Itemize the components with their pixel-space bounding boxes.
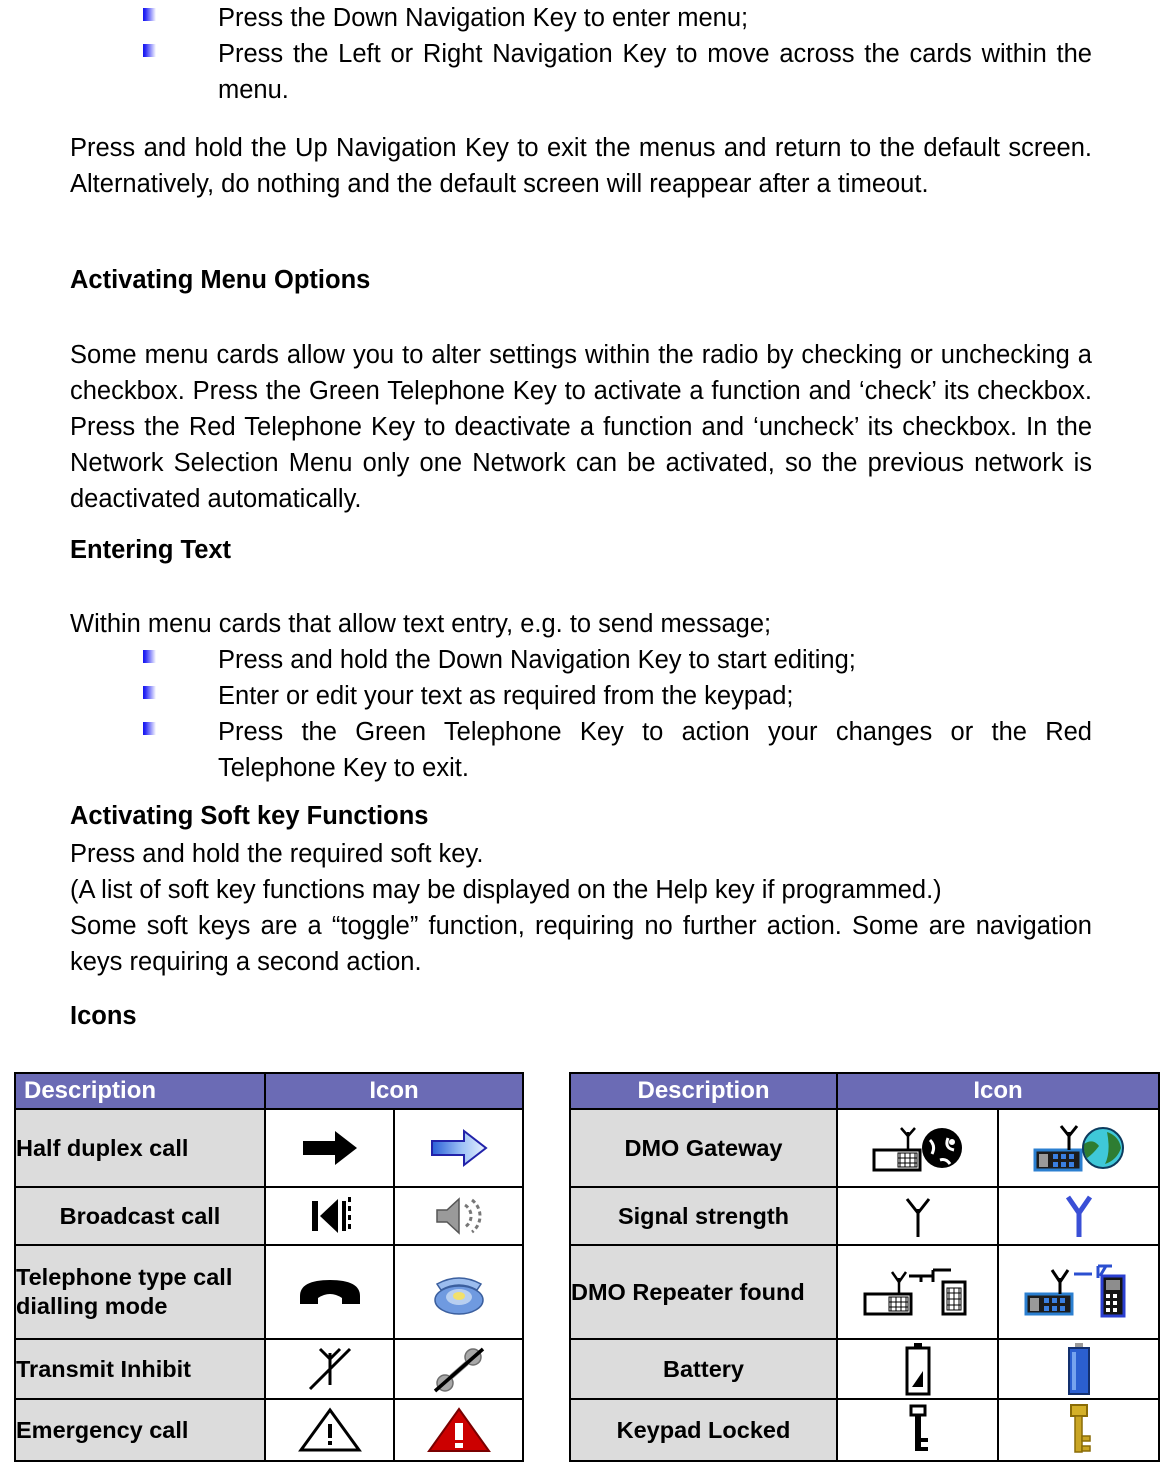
arrow-right-color-icon <box>393 1108 524 1188</box>
table-row: Telephone type call dialling mode <box>14 1244 524 1340</box>
row-description: Broadcast call <box>14 1186 266 1246</box>
paragraph-exit-menu: Press and hold the Up Navigation Key to … <box>70 134 1092 198</box>
column-header-icon: Icon <box>836 1072 1160 1110</box>
table-header-row: Description Icon <box>14 1072 524 1110</box>
icon-table-right: Description Icon DMO Gateway Signal stre… <box>569 1072 1160 1462</box>
arrow-right-mono-icon <box>264 1108 395 1188</box>
bullet-square-icon <box>143 44 156 57</box>
heading-activating-menu-options: Activating Menu Options <box>70 266 371 294</box>
soft-key-line-2: (A list of soft key functions may be dis… <box>70 876 942 904</box>
column-header-icon: Icon <box>264 1072 524 1110</box>
bullet-text: Press the Green Telephone Key to action … <box>218 718 1092 782</box>
row-description: DMO Gateway <box>569 1108 838 1188</box>
bullet-square-icon <box>143 686 156 699</box>
row-description: Battery <box>569 1338 838 1400</box>
warning-triangle-color-icon <box>393 1398 524 1462</box>
dmo-repeater-mono-icon <box>836 1244 999 1340</box>
dmo-gateway-color-icon <box>997 1108 1160 1188</box>
antenna-color-icon <box>997 1186 1160 1246</box>
row-description: DMO Repeater found <box>569 1244 838 1340</box>
table-row: Battery <box>569 1338 1160 1400</box>
row-description: Emergency call <box>14 1398 266 1462</box>
transmit-inhibit-color-icon <box>393 1338 524 1400</box>
paragraph-entering-text-intro: Within menu cards that allow text entry,… <box>70 610 772 638</box>
battery-color-icon <box>997 1338 1160 1400</box>
table-row: Emergency call <box>14 1398 524 1462</box>
heading-icons: Icons <box>70 1002 137 1030</box>
bullet-text: Enter or edit your text as required from… <box>218 682 794 710</box>
bullet-text: Press the Down Navigation Key to enter m… <box>218 4 749 32</box>
battery-mono-icon <box>836 1338 999 1400</box>
loudspeaker-color-icon <box>393 1186 524 1246</box>
loudspeaker-mono-icon <box>264 1186 395 1246</box>
document-page: Press the Down Navigation Key to enter m… <box>0 0 1161 1474</box>
telephone-color-icon <box>393 1244 524 1340</box>
key-mono-icon <box>836 1398 999 1462</box>
row-description: Keypad Locked <box>569 1398 838 1462</box>
key-color-icon <box>997 1398 1160 1462</box>
column-header-description: Description <box>14 1072 266 1110</box>
heading-entering-text: Entering Text <box>70 536 232 564</box>
dmo-repeater-color-icon <box>997 1244 1160 1340</box>
table-row: Signal strength <box>569 1186 1160 1246</box>
table-row: Broadcast call <box>14 1186 524 1246</box>
warning-triangle-mono-icon <box>264 1398 395 1462</box>
column-header-description: Description <box>569 1072 838 1110</box>
row-description: Transmit Inhibit <box>14 1338 266 1400</box>
antenna-mono-icon <box>836 1186 999 1246</box>
heading-soft-key-functions: Activating Soft key Functions <box>70 802 429 830</box>
bullet-text: Press and hold the Down Navigation Key t… <box>218 646 856 674</box>
bullet-square-icon <box>143 650 156 663</box>
bullet-text: Press the Left or Right Navigation Key t… <box>218 40 1092 104</box>
table-row: Keypad Locked <box>569 1398 1160 1462</box>
bullet-square-icon <box>143 8 156 21</box>
table-row: Transmit Inhibit <box>14 1338 524 1400</box>
table-row: DMO Repeater found <box>569 1244 1160 1340</box>
table-row: DMO Gateway <box>569 1108 1160 1188</box>
icon-table-left: Description Icon Half duplex call Broadc… <box>14 1072 524 1462</box>
telephone-mono-icon <box>264 1244 395 1340</box>
soft-key-line-1: Press and hold the required soft key. <box>70 840 484 868</box>
paragraph-menu-options: Some menu cards allow you to alter setti… <box>70 341 1092 513</box>
table-header-row: Description Icon <box>569 1072 1160 1110</box>
transmit-inhibit-mono-icon <box>264 1338 395 1400</box>
bullet-square-icon <box>143 722 156 735</box>
row-description: Signal strength <box>569 1186 838 1246</box>
dmo-gateway-mono-icon <box>836 1108 999 1188</box>
soft-key-line-3: Some soft keys are a “toggle” function, … <box>70 912 1092 976</box>
row-description: Telephone type call dialling mode <box>14 1244 266 1340</box>
row-description: Half duplex call <box>14 1108 266 1188</box>
table-row: Half duplex call <box>14 1108 524 1188</box>
